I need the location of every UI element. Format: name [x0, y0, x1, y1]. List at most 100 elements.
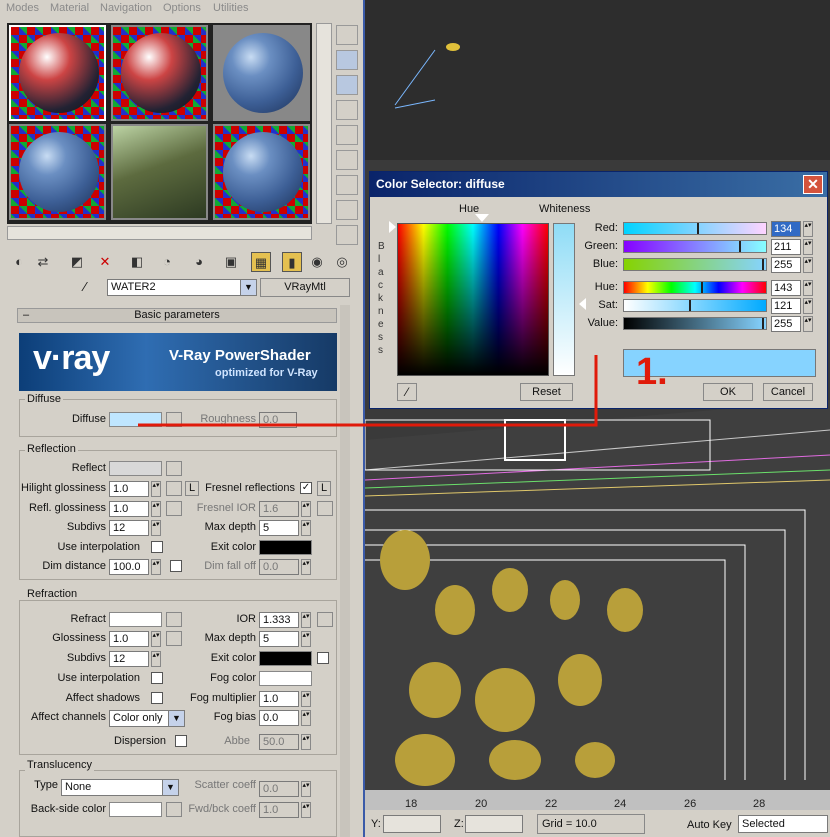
key-filter-dropdown[interactable]: Selected [738, 815, 828, 833]
refl-subdivs-spinner[interactable]: 12 ▴▾ [109, 520, 164, 536]
channel-value[interactable]: 134 [771, 221, 801, 237]
refr-subdivs-value[interactable]: 12 [109, 651, 149, 667]
background-icon[interactable] [336, 75, 358, 95]
spinner-arrows-icon[interactable]: ▴▾ [301, 631, 311, 647]
refl-subdivs-value[interactable]: 12 [109, 520, 149, 536]
refl-glossiness-spinner[interactable]: 1.0 ▴▾ [109, 501, 164, 517]
material-navigator-icon[interactable] [336, 225, 358, 245]
get-material-icon[interactable]: ◐ [9, 252, 29, 272]
options-icon[interactable] [336, 175, 358, 195]
dim-distance-checkbox[interactable] [170, 560, 182, 572]
spinner-arrows-icon[interactable]: ▴▾ [151, 559, 161, 575]
hue-pointer-icon[interactable] [475, 214, 489, 222]
sample-slot[interactable] [213, 124, 310, 220]
scatter-coeff-value[interactable]: 0.0 [259, 781, 299, 797]
channel-slider[interactable] [623, 222, 767, 235]
sample-slot[interactable] [9, 124, 106, 220]
spinner-arrows-icon[interactable]: ▴▾ [301, 802, 311, 818]
uv-tiling-icon[interactable] [336, 100, 358, 120]
spinner-arrows-icon[interactable]: ▴▾ [151, 501, 161, 517]
spinner-arrows-icon[interactable]: ▴▾ [301, 520, 311, 536]
ior-spinner[interactable]: 1.333 ▴▾ [259, 612, 314, 628]
sample-slot[interactable] [111, 25, 208, 121]
refl-glossiness-value[interactable]: 1.0 [109, 501, 149, 517]
slider-marker[interactable] [689, 300, 691, 311]
translucency-type-dropdown[interactable]: None ▼ [61, 779, 179, 796]
dim-distance-spinner[interactable]: 100.0 ▴▾ [109, 559, 164, 575]
fog-multiplier-value[interactable]: 1.0 [259, 691, 299, 707]
spinner-arrows-icon[interactable]: ▴▾ [301, 691, 311, 707]
menu-material[interactable]: Material [50, 2, 89, 14]
reflect-color-swatch[interactable] [109, 461, 162, 476]
fresnel-ior-value[interactable]: 1.6 [259, 501, 299, 517]
dispersion-checkbox[interactable] [175, 735, 187, 747]
abbe-value[interactable]: 50.0 [259, 734, 299, 750]
refr-max-depth-value[interactable]: 5 [259, 631, 299, 647]
affect-shadows-checkbox[interactable] [151, 692, 163, 704]
channel-slider[interactable] [623, 299, 767, 312]
put-to-library-icon[interactable]: ◕ [189, 252, 209, 272]
spinner-arrows-icon[interactable]: ▴▾ [301, 612, 311, 628]
material-type-button[interactable]: VRayMtl [260, 278, 350, 297]
refl-use-interpolation-checkbox[interactable] [151, 541, 163, 553]
show-map-in-viewport-icon[interactable]: ▦ [251, 252, 271, 272]
refr-glossiness-map-button[interactable] [166, 631, 182, 646]
eyedropper-icon[interactable]: ⁄ [84, 279, 86, 294]
dialog-title[interactable]: Color Selector: diffuse [370, 172, 827, 197]
spinner-arrows-icon[interactable]: ▴▾ [803, 239, 813, 255]
channel-value[interactable]: 211 [771, 239, 801, 255]
scatter-coeff-spinner[interactable]: 0.0 ▴▾ [259, 781, 314, 797]
spinner-arrows-icon[interactable]: ▴▾ [151, 520, 161, 536]
spinner-arrows-icon[interactable]: ▴▾ [301, 501, 311, 517]
spinner-arrows-icon[interactable]: ▴▾ [803, 316, 813, 332]
refract-color-swatch[interactable] [109, 612, 162, 627]
channel-value[interactable]: 255 [771, 316, 801, 332]
eyedropper-icon[interactable]: ⁄ [397, 383, 417, 401]
refr-glossiness-value[interactable]: 1.0 [109, 631, 149, 647]
select-by-material-icon[interactable] [336, 200, 358, 220]
channel-value[interactable]: 255 [771, 257, 801, 273]
material-id-icon[interactable]: ▣ [221, 252, 241, 272]
go-forward-sibling-icon[interactable]: ◎ [332, 252, 352, 272]
channel-slider[interactable] [623, 281, 767, 294]
spinner-arrows-icon[interactable]: ▴▾ [301, 734, 311, 750]
hilight-lock-button[interactable]: L [185, 481, 199, 496]
refl-glossiness-map-button[interactable] [166, 501, 182, 516]
backlight-icon[interactable] [336, 50, 358, 70]
channel-value[interactable]: 143 [771, 280, 801, 296]
channel-slider[interactable] [623, 240, 767, 253]
reset-button[interactable]: Reset [520, 383, 573, 401]
make-unique-icon[interactable]: ◔ [157, 252, 177, 272]
hilight-map-button[interactable] [166, 481, 182, 496]
rollout-scrollbar[interactable] [340, 305, 350, 837]
diffuse-color-swatch[interactable] [109, 412, 162, 427]
go-to-parent-icon[interactable]: ◉ [307, 252, 327, 272]
material-name-field[interactable]: WATER2 ▼ [107, 279, 257, 296]
fresnel-ior-spinner[interactable]: 1.6 ▴▾ [259, 501, 314, 517]
cancel-button[interactable]: Cancel [763, 383, 813, 401]
dim-falloff-value[interactable]: 0.0 [259, 559, 299, 575]
sample-type-icon[interactable] [336, 25, 358, 45]
roughness-value[interactable]: 0.0 [259, 412, 297, 428]
y-coord-field[interactable] [383, 815, 441, 833]
spinner-arrows-icon[interactable]: ▴▾ [151, 631, 161, 647]
ior-map-button[interactable] [317, 612, 333, 627]
make-preview-icon[interactable] [336, 150, 358, 170]
refr-max-depth-spinner[interactable]: 5 ▴▾ [259, 631, 314, 647]
fog-bias-spinner[interactable]: 0.0 ▴▾ [259, 710, 314, 726]
refr-exit-color-swatch[interactable] [259, 651, 312, 666]
slider-marker[interactable] [739, 241, 741, 252]
hue-blackness-picker[interactable] [397, 223, 549, 376]
hilight-glossiness-spinner[interactable]: 1.0 ▴▾ [109, 481, 164, 497]
blackness-pointer-icon[interactable] [389, 221, 396, 233]
abbe-spinner[interactable]: 50.0 ▴▾ [259, 734, 314, 750]
spinner-arrows-icon[interactable]: ▴▾ [803, 221, 813, 237]
copy-material-icon[interactable]: ◧ [127, 252, 147, 272]
refract-map-button[interactable] [166, 612, 182, 627]
slider-marker[interactable] [697, 223, 699, 234]
menu-options[interactable]: Options [163, 2, 201, 14]
menu-utilities[interactable]: Utilities [213, 2, 248, 14]
fresnel-checkbox[interactable]: ✓ [300, 482, 312, 494]
spinner-arrows-icon[interactable]: ▴▾ [151, 651, 161, 667]
slider-marker[interactable] [762, 318, 764, 329]
